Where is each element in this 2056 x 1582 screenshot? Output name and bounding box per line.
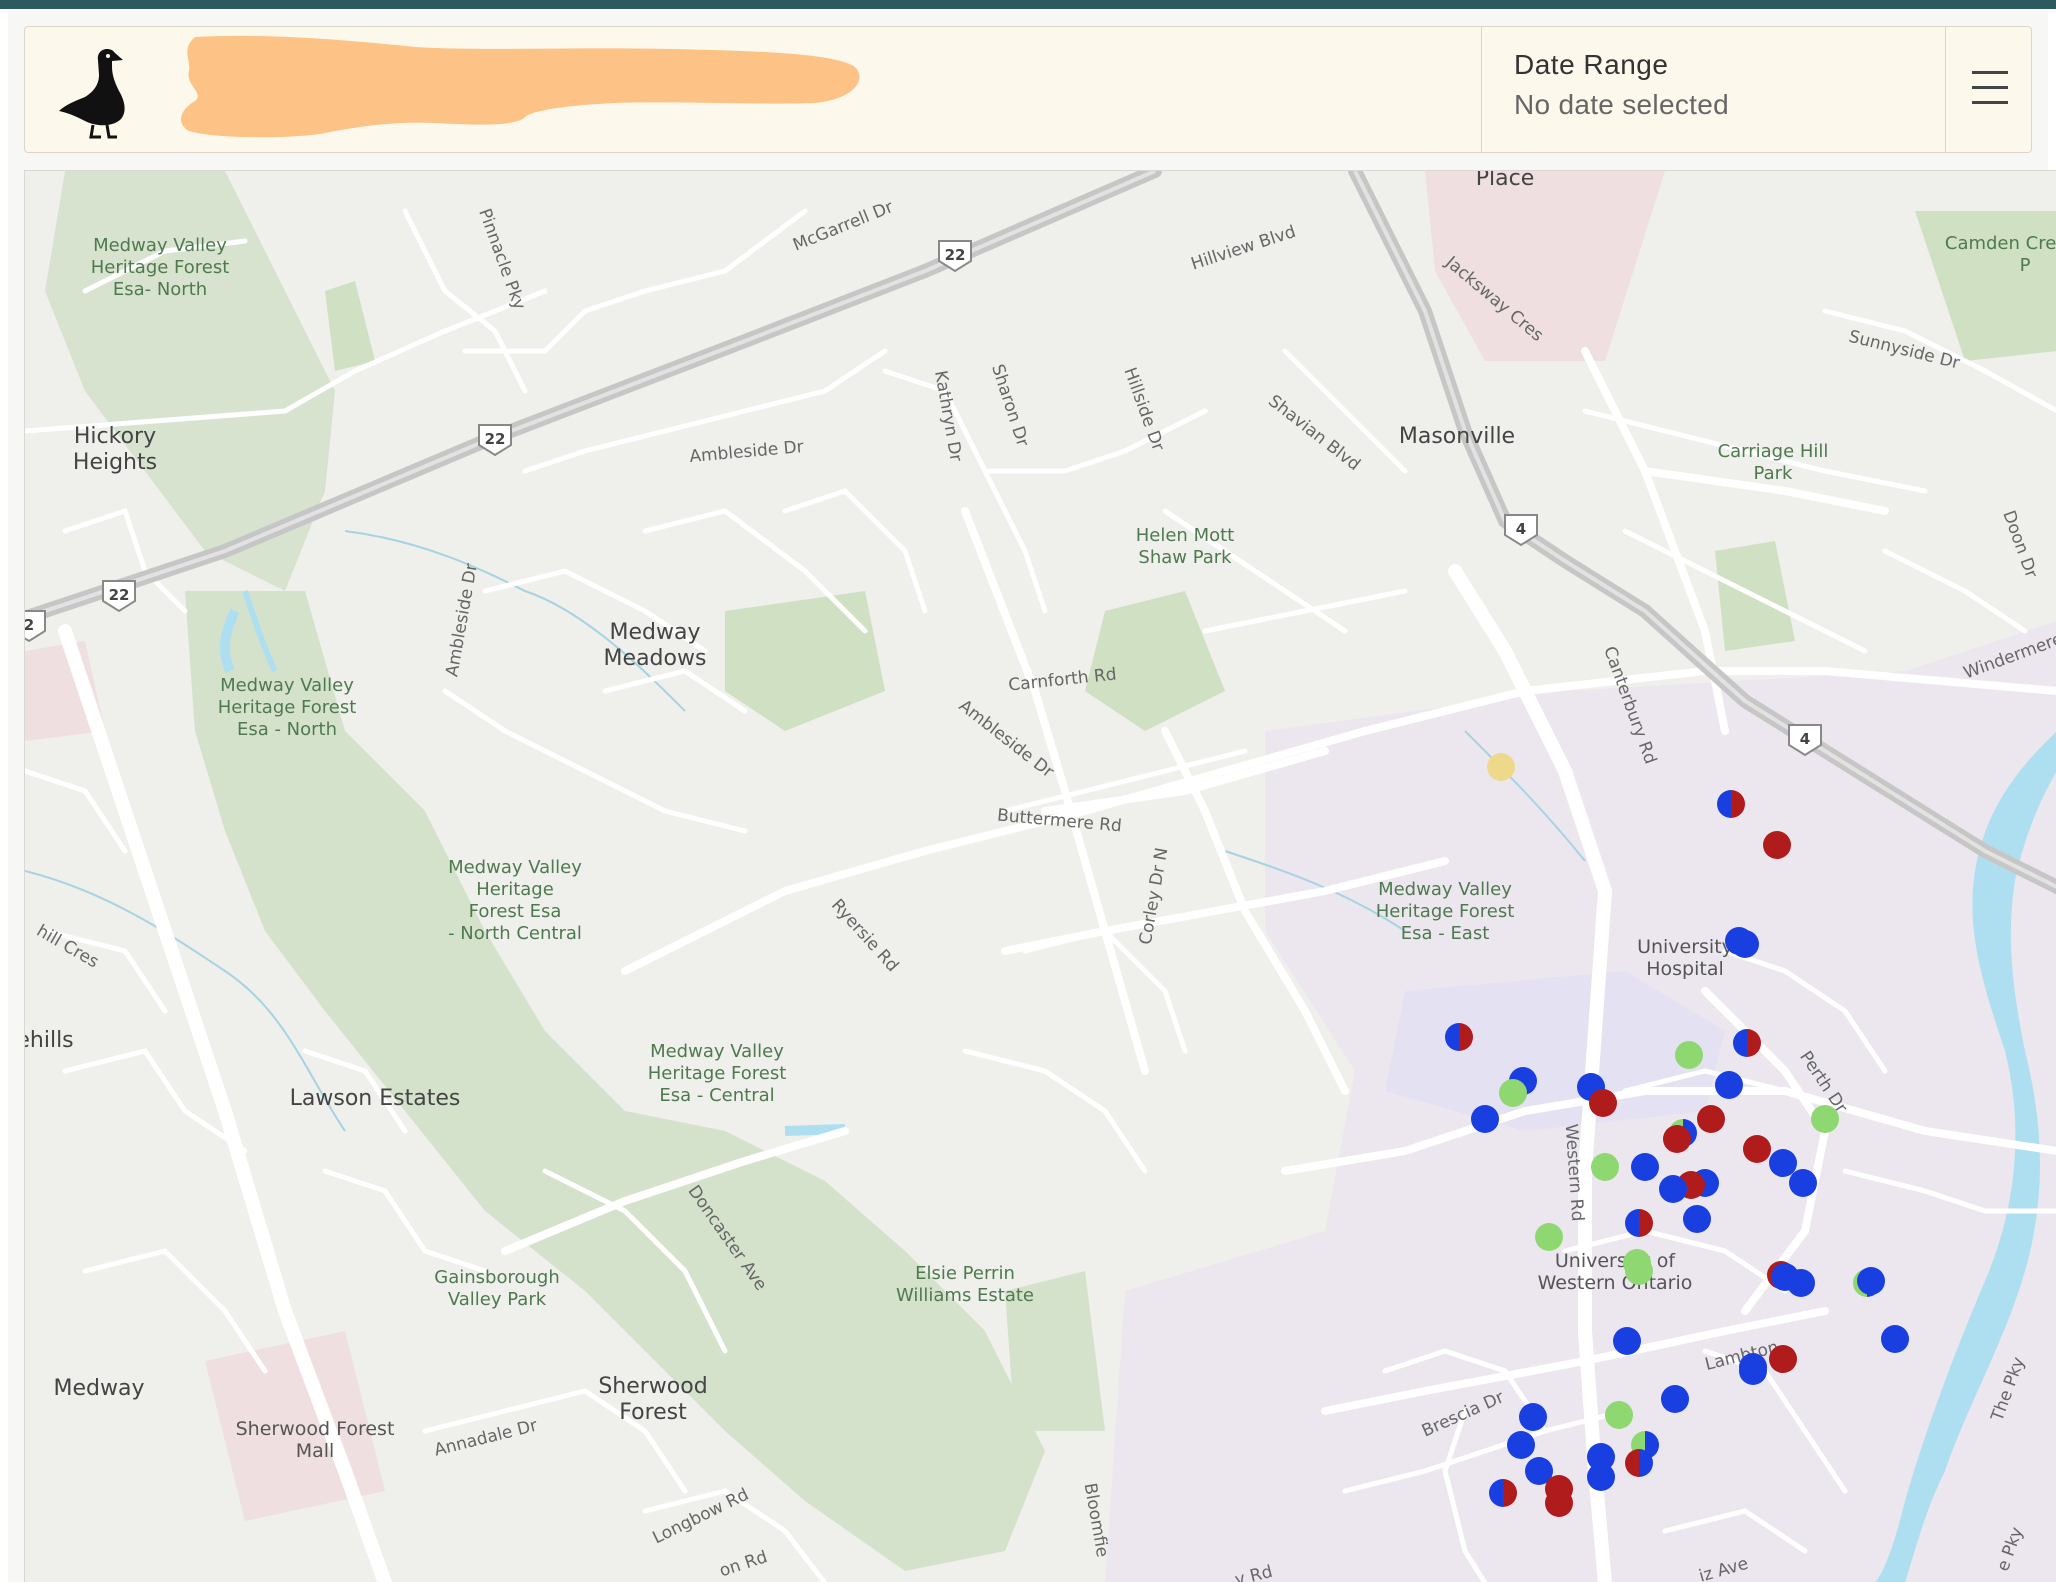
place-label: Medway bbox=[54, 1376, 145, 1401]
incident-marker[interactable] bbox=[1769, 1345, 1797, 1373]
incident-marker[interactable] bbox=[1787, 1269, 1815, 1297]
place-label: ehills bbox=[25, 1028, 74, 1053]
app-header: Date Range No date selected bbox=[24, 26, 2032, 153]
incident-marker[interactable] bbox=[1591, 1153, 1619, 1181]
incident-marker[interactable] bbox=[1587, 1463, 1615, 1491]
svg-text:22: 22 bbox=[109, 586, 130, 604]
incident-marker[interactable] bbox=[1857, 1267, 1885, 1295]
map-view[interactable]: 222222244 HickoryHeightsMedwayMeadowsMas… bbox=[24, 170, 2056, 1582]
incident-marker[interactable] bbox=[1625, 1209, 1653, 1237]
incident-marker[interactable] bbox=[1471, 1105, 1499, 1133]
incident-marker[interactable] bbox=[1613, 1327, 1641, 1355]
incident-marker[interactable] bbox=[1811, 1105, 1839, 1133]
incident-marker[interactable] bbox=[1661, 1385, 1689, 1413]
incident-marker[interactable] bbox=[1589, 1089, 1617, 1117]
date-range-value[interactable]: No date selected bbox=[1514, 89, 1729, 121]
svg-text:4: 4 bbox=[1800, 730, 1810, 748]
incident-marker[interactable] bbox=[1489, 1479, 1517, 1507]
header-divider bbox=[1945, 27, 1946, 152]
incident-marker[interactable] bbox=[1487, 753, 1515, 781]
place-label: Medway Meadows bbox=[604, 620, 707, 671]
park-label: Elsie Perrin Williams Estate bbox=[896, 1263, 1034, 1306]
svg-text:2: 2 bbox=[25, 616, 34, 634]
date-range-label: Date Range bbox=[1514, 49, 1669, 80]
incident-marker[interactable] bbox=[1659, 1175, 1687, 1203]
incident-marker[interactable] bbox=[1675, 1041, 1703, 1069]
incident-marker[interactable] bbox=[1789, 1169, 1817, 1197]
incident-marker[interactable] bbox=[1743, 1135, 1771, 1163]
window-top-strip bbox=[0, 0, 2056, 9]
place-label: Hickory Heights bbox=[73, 424, 157, 475]
incident-marker[interactable] bbox=[1717, 790, 1745, 818]
hamburger-menu-icon[interactable] bbox=[1963, 71, 2017, 115]
incident-marker[interactable] bbox=[1499, 1079, 1527, 1107]
incident-marker[interactable] bbox=[1683, 1205, 1711, 1233]
park-label: Medway Valley Heritage Forest Esa - Centra… bbox=[648, 1041, 787, 1106]
incident-marker[interactable] bbox=[1625, 1449, 1653, 1477]
incident-marker[interactable] bbox=[1545, 1489, 1573, 1517]
place-label: Masonville bbox=[1399, 424, 1515, 449]
poi-label: University of Western Ontario bbox=[1538, 1250, 1693, 1294]
incident-marker[interactable] bbox=[1445, 1023, 1473, 1051]
incident-marker[interactable] bbox=[1535, 1223, 1563, 1251]
park-label: Gainsborough Valley Park bbox=[434, 1267, 559, 1310]
goose-icon[interactable] bbox=[55, 41, 145, 141]
svg-text:22: 22 bbox=[945, 246, 966, 264]
incident-marker[interactable] bbox=[1769, 1149, 1797, 1177]
incident-marker[interactable] bbox=[1519, 1403, 1547, 1431]
incident-marker[interactable] bbox=[1881, 1325, 1909, 1353]
redacted-title bbox=[155, 27, 875, 154]
incident-marker[interactable] bbox=[1697, 1105, 1725, 1133]
park-label: Medway Valley Heritage Forest Esa - North bbox=[218, 675, 357, 740]
incident-marker[interactable] bbox=[1731, 930, 1759, 958]
date-range-control[interactable]: Date Range No date selected bbox=[1514, 49, 1729, 121]
incident-marker[interactable] bbox=[1663, 1125, 1691, 1153]
incident-marker[interactable] bbox=[1631, 1153, 1659, 1181]
incident-marker[interactable] bbox=[1715, 1071, 1743, 1099]
poi-label: University Hospital bbox=[1637, 936, 1733, 980]
incident-marker[interactable] bbox=[1763, 831, 1791, 859]
svg-text:4: 4 bbox=[1516, 520, 1526, 538]
header-divider bbox=[1481, 27, 1482, 152]
incident-marker[interactable] bbox=[1733, 1029, 1761, 1057]
svg-text:22: 22 bbox=[485, 430, 506, 448]
place-label: Lawson Estates bbox=[290, 1086, 461, 1111]
incident-marker[interactable] bbox=[1625, 1257, 1653, 1285]
place-label: Place bbox=[1476, 171, 1535, 191]
incident-marker[interactable] bbox=[1605, 1401, 1633, 1429]
park-label: Helen Mott Shaw Park bbox=[1136, 525, 1234, 568]
incident-marker[interactable] bbox=[1507, 1431, 1535, 1459]
incident-marker[interactable] bbox=[1739, 1357, 1767, 1385]
